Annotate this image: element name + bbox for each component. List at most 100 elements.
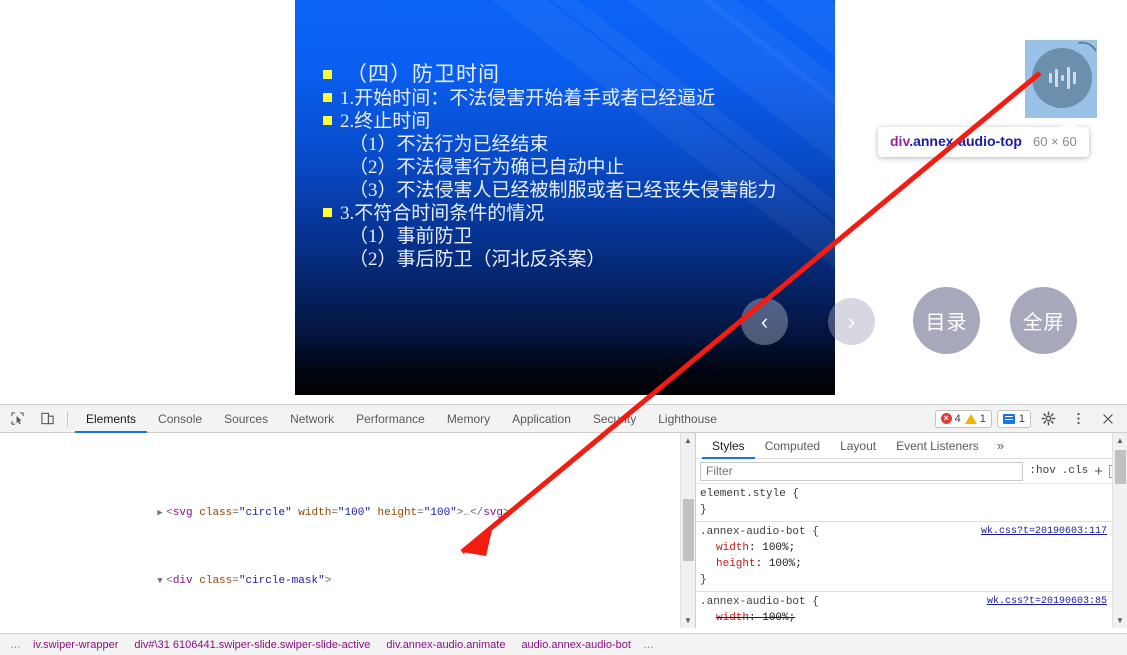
style-property-overridden[interactable]: height: 100%; bbox=[700, 626, 1127, 628]
device-toolbar-icon[interactable] bbox=[34, 406, 60, 432]
dom-scrollbar[interactable]: ▲ ▼ bbox=[680, 433, 695, 628]
slide-line: （2）不法侵害行为确已自动中止 bbox=[349, 157, 625, 178]
style-rule[interactable]: wk.css?t=20190603:85 .annex-audio-bot { … bbox=[696, 592, 1127, 628]
style-rule-selector[interactable]: element.style { bbox=[700, 486, 1127, 502]
dom-scrollbar-thumb[interactable] bbox=[683, 499, 694, 561]
scroll-up-arrow-icon[interactable]: ▲ bbox=[1113, 433, 1127, 448]
inspect-element-icon[interactable] bbox=[4, 406, 30, 432]
breadcrumb-item-audio-bot[interactable]: audio.annex-audio-bot bbox=[513, 639, 638, 651]
issues-counter[interactable]: × 4 1 bbox=[934, 409, 992, 428]
close-glyph bbox=[1103, 413, 1113, 424]
error-icon: × bbox=[940, 413, 952, 424]
bullet-square-icon bbox=[323, 116, 332, 125]
tab-event-listeners[interactable]: Event Listeners bbox=[886, 433, 989, 459]
slide-line: 3.不符合时间条件的情况 bbox=[295, 202, 835, 225]
style-source-link[interactable]: wk.css?t=20190603:85 bbox=[987, 594, 1107, 610]
kebab-menu-icon[interactable] bbox=[1065, 406, 1091, 432]
style-property[interactable]: height: 100%; bbox=[700, 556, 1127, 572]
more-tabs-icon[interactable]: » bbox=[989, 438, 1012, 453]
cls-toggle[interactable]: .cls bbox=[1062, 465, 1088, 477]
hov-toggle[interactable]: :hov bbox=[1029, 465, 1055, 477]
styles-tab-strip: Styles Computed Layout Event Listeners » bbox=[696, 433, 1127, 459]
chevron-left-icon: ‹ bbox=[760, 308, 769, 334]
catalog-button[interactable]: 目录 bbox=[913, 287, 980, 354]
style-property-value[interactable]: 100%; bbox=[762, 612, 795, 624]
styles-scrollbar-thumb[interactable] bbox=[1115, 450, 1126, 484]
scroll-up-arrow-icon[interactable]: ▲ bbox=[681, 433, 695, 448]
dom-tree-pane[interactable]: ▶ <svg class="circle" width="100" height=… bbox=[0, 433, 696, 628]
devtools-content: ▶ <svg class="circle" width="100" height=… bbox=[0, 433, 1127, 628]
breadcrumb-item-swiper-slide[interactable]: div#\31 6106441.swiper-slide.swiper-slid… bbox=[126, 639, 378, 651]
close-icon[interactable] bbox=[1095, 406, 1121, 432]
slide-line: （3）不法侵害人已经被制服或者已经丧失侵害能力 bbox=[349, 180, 777, 201]
style-source-link[interactable]: wk.css?t=20190603:117 bbox=[981, 524, 1107, 540]
expand-triangle-icon[interactable]: ▶ bbox=[157, 505, 166, 522]
error-counter[interactable]: × 4 bbox=[940, 412, 961, 425]
bullet-square-icon bbox=[323, 208, 332, 217]
breadcrumb-overflow-right[interactable]: … bbox=[639, 639, 658, 651]
tab-sources[interactable]: Sources bbox=[213, 405, 279, 433]
devtools-toolbar: Elements Console Sources Network Perform… bbox=[0, 405, 1127, 433]
fullscreen-button[interactable]: 全屏 bbox=[1010, 287, 1077, 354]
tab-security[interactable]: Security bbox=[582, 405, 647, 433]
tab-lighthouse[interactable]: Lighthouse bbox=[647, 405, 728, 433]
style-property[interactable]: width: 100%; bbox=[700, 540, 1127, 556]
screenshot-root: （四）防卫时间 1.开始时间：不法侵害开始着手或者已经逼近 2.终止时间 （1）… bbox=[0, 0, 1127, 655]
slide-line: （四）防卫时间 bbox=[295, 62, 835, 87]
tab-application[interactable]: Application bbox=[501, 405, 582, 433]
new-style-rule-button[interactable]: + bbox=[1094, 463, 1103, 480]
tab-network[interactable]: Network bbox=[279, 405, 345, 433]
styles-pane: Styles Computed Layout Event Listeners »… bbox=[696, 433, 1127, 628]
slide-text-body: （四）防卫时间 1.开始时间：不法侵害开始着手或者已经逼近 2.终止时间 （1）… bbox=[295, 62, 835, 271]
message-counter[interactable]: 1 bbox=[996, 409, 1031, 428]
dom-line[interactable]: <b class="circle-mask-icon"></b> bbox=[0, 624, 695, 628]
scroll-down-arrow-icon[interactable]: ▼ bbox=[1113, 613, 1127, 628]
bullet-square-icon bbox=[323, 70, 332, 79]
bullet-square-icon bbox=[323, 93, 332, 102]
tab-styles[interactable]: Styles bbox=[702, 433, 755, 459]
error-count: 4 bbox=[954, 412, 961, 425]
style-rule[interactable]: element.style { } bbox=[696, 484, 1127, 522]
warning-counter[interactable]: 1 bbox=[964, 412, 986, 425]
slide-line: （1）不法行为已经结束 bbox=[349, 134, 549, 155]
tab-console[interactable]: Console bbox=[147, 405, 213, 433]
style-property-name[interactable]: width bbox=[716, 542, 749, 554]
dom-line[interactable]: ▼ <div class="circle-mask"> bbox=[0, 556, 695, 587]
devtools-tab-strip: Elements Console Sources Network Perform… bbox=[75, 405, 728, 433]
warning-count: 1 bbox=[979, 412, 986, 425]
breadcrumb-item-swiper-wrapper[interactable]: iv.swiper-wrapper bbox=[25, 639, 126, 651]
kebab-glyph bbox=[1076, 412, 1080, 425]
devtools-toolbar-right: × 4 1 1 bbox=[934, 406, 1127, 432]
slide-line: 2.终止时间 bbox=[295, 110, 835, 133]
web-page-area: （四）防卫时间 1.开始时间：不法侵害开始着手或者已经逼近 2.终止时间 （1）… bbox=[0, 0, 1127, 404]
style-property-value[interactable]: 100%; bbox=[769, 558, 802, 570]
style-property-name[interactable]: height bbox=[716, 558, 756, 570]
style-property-name[interactable]: width bbox=[716, 612, 749, 624]
styles-rules-list: element.style { } wk.css?t=20190603:117 … bbox=[696, 484, 1127, 628]
dom-line[interactable]: ▶ <svg class="circle" width="100" height=… bbox=[0, 488, 695, 519]
dom-breadcrumb: … iv.swiper-wrapper div#\31 6106441.swip… bbox=[0, 633, 1127, 655]
tab-elements[interactable]: Elements bbox=[75, 405, 147, 433]
scroll-down-arrow-icon[interactable]: ▼ bbox=[681, 613, 695, 628]
tab-memory[interactable]: Memory bbox=[436, 405, 501, 433]
breadcrumb-overflow-left[interactable]: … bbox=[6, 639, 25, 651]
warning-icon bbox=[964, 413, 977, 424]
breadcrumb-item-annex-audio[interactable]: div.annex-audio.animate bbox=[378, 639, 513, 651]
fullscreen-button-label: 全屏 bbox=[1022, 312, 1065, 334]
style-rule[interactable]: wk.css?t=20190603:117 .annex-audio-bot {… bbox=[696, 522, 1127, 592]
tab-computed[interactable]: Computed bbox=[755, 433, 830, 459]
slide-line: （1）事前防卫 bbox=[349, 226, 473, 247]
slide-next-button[interactable]: › bbox=[828, 298, 875, 345]
collapse-triangle-icon[interactable]: ▼ bbox=[157, 573, 166, 590]
slide-prev-button[interactable]: ‹ bbox=[741, 298, 788, 345]
style-property-overridden[interactable]: width: 100%; bbox=[700, 610, 1127, 626]
tooltip-dimensions: 60 × 60 bbox=[1032, 134, 1077, 149]
gear-icon[interactable] bbox=[1035, 406, 1061, 432]
tab-layout[interactable]: Layout bbox=[830, 433, 886, 459]
styles-scrollbar[interactable]: ▲ ▼ bbox=[1112, 433, 1127, 628]
style-property-value[interactable]: 100%; bbox=[762, 542, 795, 554]
tab-performance[interactable]: Performance bbox=[345, 405, 436, 433]
styles-filter-input[interactable] bbox=[700, 461, 1024, 481]
slide-line: 1.开始时间：不法侵害开始着手或者已经逼近 bbox=[295, 87, 835, 110]
slide-line: （2）事后防卫（河北反杀案） bbox=[349, 249, 606, 270]
